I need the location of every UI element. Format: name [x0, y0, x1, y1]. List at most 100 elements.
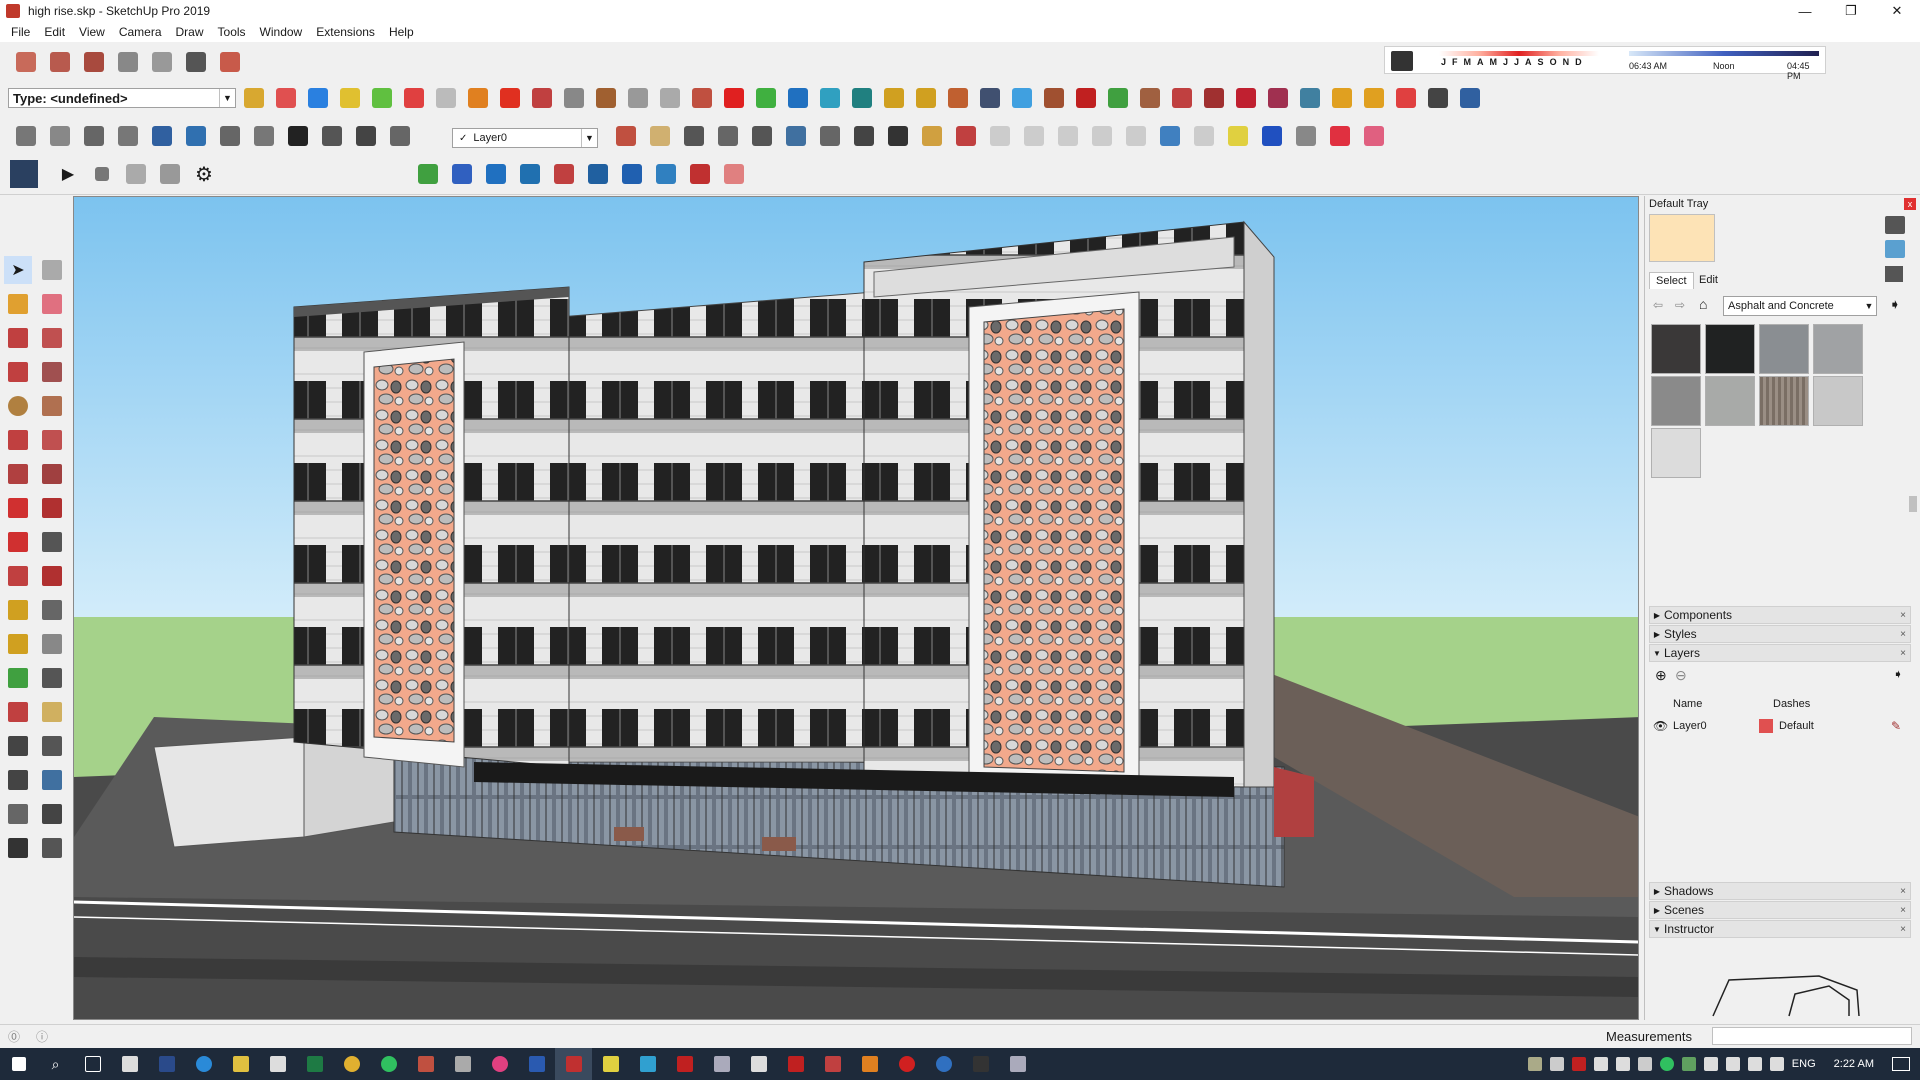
- menu-draw[interactable]: Draw: [169, 25, 211, 39]
- shape-arc-button[interactable]: [1156, 122, 1184, 150]
- minimize-button[interactable]: —: [1782, 0, 1828, 22]
- tray-icon[interactable]: [1681, 1057, 1696, 1071]
- orbit-tool[interactable]: [4, 698, 32, 726]
- house-button[interactable]: [250, 122, 278, 150]
- line-tool[interactable]: [4, 324, 32, 352]
- protractor-tool[interactable]: [4, 630, 32, 658]
- back-view-button[interactable]: [148, 48, 176, 76]
- search-button[interactable]: ⌕: [37, 1048, 74, 1080]
- taskbar-app-sketchup[interactable]: [555, 1048, 592, 1080]
- tool-36[interactable]: [1392, 84, 1420, 112]
- tool-22[interactable]: [944, 84, 972, 112]
- pen-icon[interactable]: [1769, 1057, 1784, 1071]
- language-indicator[interactable]: ENG: [1792, 1058, 1816, 1070]
- layer-dropdown[interactable]: ✓ Layer0 ▼: [452, 128, 598, 148]
- material-swatch[interactable]: [1759, 376, 1809, 426]
- task-view-button[interactable]: [74, 1048, 111, 1080]
- menu-extensions[interactable]: Extensions: [309, 25, 382, 39]
- material-swatch[interactable]: [1651, 428, 1701, 478]
- taskbar-app-8[interactable]: [444, 1048, 481, 1080]
- delete-layer-icon[interactable]: ⊖: [1675, 667, 1687, 684]
- tool-19[interactable]: [848, 84, 876, 112]
- house-back-button[interactable]: [352, 122, 380, 150]
- taskbar-app-edge[interactable]: [185, 1048, 222, 1080]
- tool-23[interactable]: [976, 84, 1004, 112]
- panel-close-icon[interactable]: ×: [1900, 629, 1906, 640]
- taskbar-app-16[interactable]: [814, 1048, 851, 1080]
- tool-38[interactable]: [1456, 84, 1484, 112]
- house-right-button[interactable]: [318, 122, 346, 150]
- taskbar-app-19[interactable]: [925, 1048, 962, 1080]
- tool-17[interactable]: [784, 84, 812, 112]
- taskbar-app-word[interactable]: [518, 1048, 555, 1080]
- tool-8[interactable]: [496, 84, 524, 112]
- pie-tool[interactable]: [38, 460, 66, 488]
- menu-help[interactable]: Help: [382, 25, 421, 39]
- layer-color-swatch[interactable]: [1759, 719, 1773, 733]
- tool-11[interactable]: [592, 84, 620, 112]
- shadow-toggle-icon[interactable]: [1391, 51, 1413, 71]
- battery-icon[interactable]: [1615, 1057, 1630, 1071]
- month-slider[interactable]: [1439, 51, 1599, 56]
- panel-components[interactable]: ▶ Components ×: [1649, 606, 1911, 624]
- tape-measure-tool[interactable]: [4, 596, 32, 624]
- style-hidden-button[interactable]: [80, 122, 108, 150]
- rotate-tool[interactable]: [4, 528, 32, 556]
- export2-button[interactable]: [156, 160, 184, 188]
- right-view-button[interactable]: [114, 48, 142, 76]
- freehand-tool[interactable]: [38, 324, 66, 352]
- house-front-button[interactable]: [284, 122, 312, 150]
- position-camera-tool[interactable]: [4, 800, 32, 828]
- style-wireframe-button[interactable]: [46, 122, 74, 150]
- tool-32[interactable]: [1264, 84, 1292, 112]
- panel-close-icon[interactable]: ×: [1900, 886, 1906, 897]
- circle-tool[interactable]: [4, 392, 32, 420]
- taskbar-app-s[interactable]: [629, 1048, 666, 1080]
- style-textured-button[interactable]: [148, 122, 176, 150]
- tool-12[interactable]: [624, 84, 652, 112]
- orbit-button[interactable]: [612, 122, 640, 150]
- tray-scrollbar[interactable]: [1907, 216, 1917, 1016]
- panel-instructor[interactable]: ▼ Instructor ×: [1649, 920, 1911, 938]
- ft-5[interactable]: [550, 160, 578, 188]
- shape-rect-button[interactable]: [986, 122, 1014, 150]
- material-swatch[interactable]: [1813, 324, 1863, 374]
- ft-9[interactable]: [686, 160, 714, 188]
- shape-ellipse-button[interactable]: [1088, 122, 1116, 150]
- tool-28[interactable]: [1136, 84, 1164, 112]
- material-preview-icon[interactable]: [1885, 240, 1905, 258]
- ft-4[interactable]: [516, 160, 544, 188]
- layer-row[interactable]: 👁 Layer0 Default ✎: [1653, 718, 1909, 736]
- taskbar-app-9[interactable]: [481, 1048, 518, 1080]
- panel-layers[interactable]: ▼ Layers ×: [1649, 644, 1911, 662]
- xray-button[interactable]: [12, 122, 40, 150]
- taskbar-app-acrobat[interactable]: [777, 1048, 814, 1080]
- move-tool[interactable]: [4, 494, 32, 522]
- tool-13[interactable]: [656, 84, 684, 112]
- settings-button[interactable]: ⚙: [190, 160, 218, 188]
- taskbar-app-13[interactable]: [703, 1048, 740, 1080]
- tool-25[interactable]: [1040, 84, 1068, 112]
- taskbar-app-bridge[interactable]: [962, 1048, 999, 1080]
- panel-scenes[interactable]: ▶ Scenes ×: [1649, 901, 1911, 919]
- tool-24[interactable]: [1008, 84, 1036, 112]
- shape-line-button[interactable]: [1326, 122, 1354, 150]
- make-component-tool[interactable]: [38, 256, 66, 284]
- panel-close-icon[interactable]: ×: [1900, 924, 1906, 935]
- rectangle-tool[interactable]: [4, 358, 32, 386]
- 3d-text-tool[interactable]: [38, 664, 66, 692]
- ft-7[interactable]: [618, 160, 646, 188]
- tray-icon[interactable]: [1637, 1057, 1652, 1071]
- layer-name[interactable]: Layer0: [1673, 720, 1707, 732]
- start-button[interactable]: [0, 1048, 37, 1080]
- warehouse-button[interactable]: [216, 122, 244, 150]
- notifications-icon[interactable]: [1892, 1057, 1910, 1071]
- measurements-input[interactable]: [1712, 1027, 1912, 1045]
- tool-14[interactable]: [688, 84, 716, 112]
- info-icon[interactable]: ⓘ: [36, 1028, 48, 1045]
- eraser-tool[interactable]: [38, 290, 66, 318]
- panel-close-icon[interactable]: ×: [1900, 648, 1906, 659]
- add-layer-icon[interactable]: ⊕: [1655, 667, 1667, 684]
- house-left-button[interactable]: [386, 122, 414, 150]
- style-shaded-button[interactable]: [114, 122, 142, 150]
